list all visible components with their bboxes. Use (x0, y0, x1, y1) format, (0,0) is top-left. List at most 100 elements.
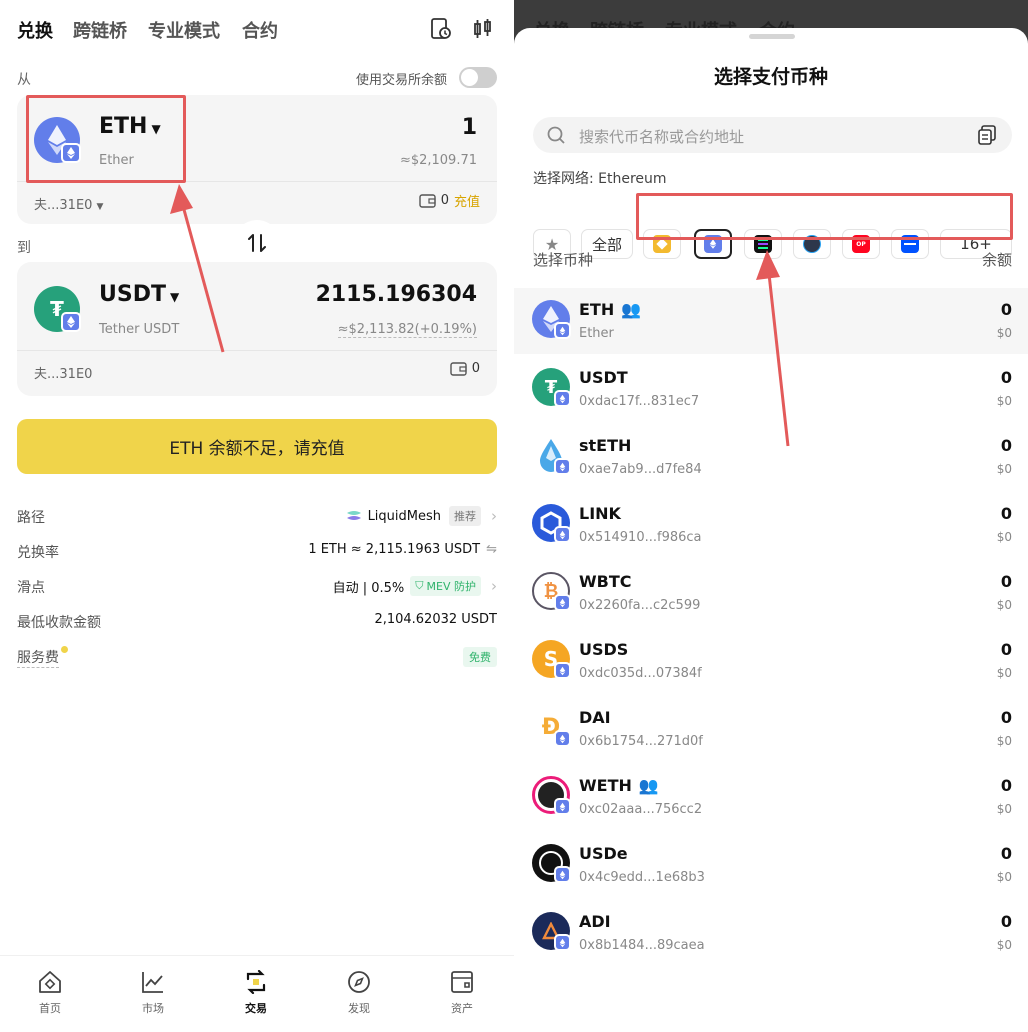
from-label: 从 (17, 72, 31, 88)
swap-direction-button[interactable] (234, 220, 280, 266)
eth-network-badge-icon (554, 934, 571, 951)
token-sub: 0xc02aaa...756cc2 (579, 802, 703, 817)
recommended-tag: 推荐 (449, 506, 481, 526)
token-row[interactable]: ₿ WBTC 0x2260fa...c2c599 0 $0 (514, 560, 1028, 626)
to-symbol-text: USDT (99, 282, 166, 307)
tab-pro-mode[interactable]: 专业模式 (148, 17, 220, 43)
rate-row[interactable]: 1 ETH ≈ 2,115.1963 USDT ⇋ (308, 542, 497, 557)
token-sub: Ether (579, 326, 614, 341)
swap-panel: 兑换 跨链桥 专业模式 合约 从 使用交易所余额 ETH ▼ Ether 1 ≈$… (0, 0, 514, 1032)
free-tag: 免费 (463, 647, 497, 667)
token-balance: 0 (1000, 844, 1012, 863)
to-account-text[interactable]: 夫...31E0 (34, 363, 92, 382)
liquidmesh-logo-icon (346, 511, 361, 520)
token-balance: 0 (1000, 504, 1012, 523)
token-balance: 0 (1000, 776, 1012, 795)
token-row[interactable]: S USDS 0xdc035d...07384f 0 $0 (514, 628, 1028, 694)
history-icon[interactable] (430, 18, 452, 40)
from-usd-value: ≈$2,109.71 (399, 153, 477, 168)
sheet-drag-handle[interactable] (749, 34, 795, 39)
token-row[interactable]: ADI 0x8b1484...89caea 0 $0 (514, 900, 1028, 966)
token-sub: 0x2260fa...c2c599 (579, 598, 701, 613)
route-value: LiquidMesh (367, 508, 441, 524)
deposit-link[interactable]: 充值 (454, 191, 480, 210)
token-usd: $0 (996, 802, 1012, 816)
token-row[interactable]: WETH 👥 0xc02aaa...756cc2 0 $0 (514, 764, 1028, 830)
token-symbol: ADI (579, 912, 611, 931)
token-symbol-text: WETH (579, 776, 632, 795)
from-amount-input[interactable]: 1 (462, 115, 477, 140)
token-symbol: USDT (579, 368, 628, 387)
token-usd: $0 (996, 666, 1012, 680)
token-balance: 0 (1000, 300, 1012, 319)
token-row[interactable]: LINK 0x514910...f986ca 0 $0 (514, 492, 1028, 558)
token-row[interactable]: USDe 0x4c9edd...1e68b3 0 $0 (514, 832, 1028, 898)
token-usd: $0 (996, 530, 1012, 544)
slippage-value: 自动 | 0.5% (332, 580, 405, 596)
tab-swap[interactable]: 兑换 (17, 17, 53, 43)
users-icon: 👥 (638, 776, 659, 795)
from-balance-row: 0 充值 (419, 191, 480, 210)
nav-home-label: 首页 (39, 1002, 61, 1015)
search-icon (547, 126, 565, 144)
wallet-icon (419, 193, 436, 208)
swap-arrows-icon (248, 234, 266, 252)
token-balance: 0 (1000, 640, 1012, 659)
nav-assets-label: 资产 (451, 1002, 473, 1015)
from-account-text: 夫...31E0 (34, 198, 93, 213)
token-symbol-text: ETH (579, 300, 615, 319)
token-usd: $0 (996, 734, 1012, 748)
home-icon (39, 971, 61, 993)
from-balance: 0 (440, 193, 449, 208)
slippage-selector[interactable]: 自动 | 0.5% ⛉ MEV 防护 › (333, 576, 497, 596)
nav-discover[interactable]: 发现 (329, 970, 389, 1016)
token-symbol: LINK (579, 504, 621, 523)
to-label: 到 (17, 240, 31, 256)
nav-assets[interactable]: 资产 (432, 970, 492, 1016)
to-card: ₮ USDT ▼ Tether USDT 2115.196304 ≈$2,113.… (17, 262, 497, 396)
service-fee-label[interactable]: 服务费 (17, 647, 59, 668)
users-icon: 👥 (621, 300, 642, 319)
to-balance-row: 0 (450, 361, 480, 376)
tab-contract[interactable]: 合约 (242, 17, 278, 43)
token-usd: $0 (996, 394, 1012, 408)
use-exchange-balance-label: 使用交易所余额 (356, 73, 448, 88)
chevron-down-icon: ▼ (96, 202, 104, 212)
token-search-bar[interactable]: 搜索代币名称或合约地址 (533, 117, 1012, 153)
from-account-selector[interactable]: 夫...31E0 ▼ (34, 194, 103, 213)
token-sub: 0xdac17f...831ec7 (579, 394, 700, 409)
screenshot-root: 兑换 跨链桥 专业模式 合约 从 使用交易所余额 ETH ▼ Ether 1 ≈$… (0, 0, 1028, 1032)
route-selector[interactable]: LiquidMesh 推荐 › (346, 506, 497, 526)
shield-check-icon: ⛉ (415, 579, 424, 592)
token-usd: $0 (996, 462, 1012, 476)
chart-candle-icon[interactable] (472, 18, 494, 40)
token-balance: 0 (1000, 912, 1012, 931)
mev-protection-tag: ⛉ MEV 防护 (410, 576, 481, 596)
eth-network-badge-icon (554, 526, 571, 543)
annotation-arrow-icon (756, 250, 790, 447)
annotation-arrow-icon (170, 184, 225, 353)
token-row[interactable]: Ð DAI 0x6b1754...271d0f 0 $0 (514, 696, 1028, 762)
paste-icon[interactable] (977, 125, 997, 145)
eth-network-badge-icon (554, 866, 571, 883)
sheet-title: 选择支付币种 (713, 66, 828, 88)
route-label: 路径 (17, 510, 45, 526)
compass-icon (348, 971, 370, 993)
nav-trade[interactable]: 交易 (226, 970, 286, 1016)
token-balance: 0 (1000, 368, 1012, 387)
search-input[interactable]: 搜索代币名称或合约地址 (579, 126, 744, 147)
token-symbol: WBTC (579, 572, 632, 591)
token-sub: 0xae7ab9...d7fe84 (579, 462, 702, 477)
nav-home[interactable]: 首页 (20, 970, 80, 1016)
exchange-balance-toggle[interactable] (459, 67, 497, 88)
token-symbol: ETH 👥 (579, 300, 641, 319)
network-label: 选择网络: Ethereum (533, 171, 667, 187)
rate-value: 1 ETH ≈ 2,115.1963 USDT (308, 542, 481, 557)
tab-bridge[interactable]: 跨链桥 (73, 17, 127, 43)
wallet-icon (450, 361, 467, 376)
trade-swap-icon (246, 970, 266, 994)
deposit-cta-button[interactable]: ETH 余额不足，请充值 (17, 419, 497, 474)
list-header-left: 选择币种 (533, 251, 594, 269)
wallet-icon (451, 971, 473, 993)
nav-market[interactable]: 市场 (123, 970, 183, 1016)
